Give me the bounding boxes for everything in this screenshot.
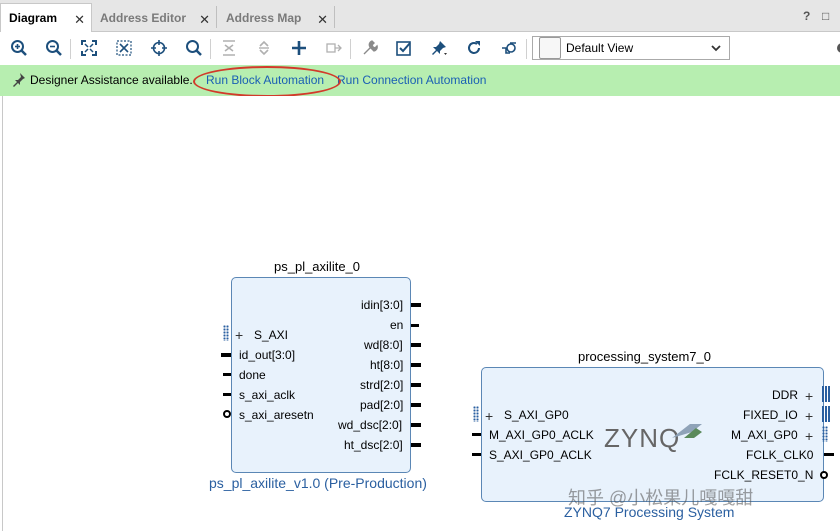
port-label: FCLK_RESET0_N [714, 468, 814, 482]
properties-icon[interactable] [359, 38, 379, 58]
make-external-icon[interactable] [324, 38, 344, 58]
port-label: s_axi_aclk [239, 388, 296, 402]
tab-label: Diagram [9, 11, 58, 25]
port-label: s_axi_aresetn [239, 408, 314, 422]
toolbar-divider [350, 39, 351, 59]
port-label: wd[8:0] [364, 338, 403, 352]
port-label: ht_dsc[2:0] [344, 438, 403, 452]
expand-icon[interactable] [254, 38, 274, 58]
port-label: pad[2:0] [360, 398, 404, 412]
fixed-io-bus-icon [822, 406, 830, 422]
zoom-out-icon[interactable] [44, 38, 64, 58]
port-stub[interactable] [411, 363, 421, 367]
block-design-window: Diagram ✕ Address Editor ✕ Address Map ✕… [0, 0, 840, 531]
view-select-value: Default View [566, 41, 634, 55]
collapse-icon[interactable] [219, 38, 239, 58]
expand-plus-icon[interactable]: + [485, 409, 493, 423]
tab-address-map[interactable]: Address Map ✕ [218, 4, 334, 32]
s-axi-interface-icon [223, 325, 229, 341]
port-label: DDR [772, 388, 798, 402]
reset-port-bubble[interactable] [820, 471, 828, 479]
s-axi-gp0-interface-icon [473, 406, 479, 422]
port-label: M_AXI_GP0_ACLK [489, 428, 594, 442]
axilite-block-title: ps_pl_axilite_0 [274, 259, 361, 274]
run-connection-automation-link[interactable]: Run Connection Automation [337, 73, 486, 87]
view-select[interactable]: Default View [532, 36, 730, 60]
port-stub[interactable] [472, 453, 481, 456]
port-label: ht[8:0] [370, 358, 404, 372]
tab-divider [334, 6, 335, 28]
port-label: S_AXI_GP0 [504, 408, 569, 422]
port-label: M_AXI_GP0 [731, 428, 798, 442]
expand-plus-icon[interactable]: + [235, 328, 243, 342]
ps7-block-title: processing_system7_0 [578, 349, 711, 364]
port-label: S_AXI_GP0_ACLK [489, 448, 592, 462]
port-label: wd_dsc[2:0] [338, 418, 403, 432]
optimize-routing-icon[interactable] [499, 38, 519, 58]
watermark: 知乎 @小松果儿嘎嘎甜 [568, 488, 754, 508]
regenerate-icon[interactable] [464, 38, 484, 58]
tab-label: Address Map [226, 11, 302, 25]
pin-icon[interactable] [429, 38, 449, 58]
port-stub[interactable] [223, 393, 231, 396]
port-label: FCLK_CLK0 [746, 448, 814, 462]
port-stub[interactable] [223, 373, 231, 376]
expand-plus-icon[interactable]: + [805, 389, 813, 403]
restore-icon[interactable]: □ [822, 9, 829, 23]
ddr-bus-icon [822, 386, 830, 402]
port-stub[interactable] [411, 303, 421, 307]
port-label: S_AXI [254, 328, 289, 342]
axilite-block-subtitle: ps_pl_axilite_v1.0 (Pre-Production) [209, 475, 427, 491]
chevron-down-icon [709, 41, 723, 58]
m-axi-gp0-interface-icon [822, 426, 828, 442]
port-label: FIXED_IO [743, 408, 798, 422]
toolbar-divider [526, 39, 527, 59]
zynq-logo: ZYNQ [604, 423, 681, 453]
port-stub[interactable] [472, 433, 481, 436]
designer-assistance-banner: Designer Assistance available. Run Block… [0, 65, 840, 96]
port-stub[interactable] [411, 383, 421, 387]
tab-bar: Diagram ✕ Address Editor ✕ Address Map ✕… [0, 0, 840, 32]
gear-icon[interactable] [832, 38, 840, 58]
tab-divider [216, 6, 217, 28]
port-label: id_out[3:0] [239, 348, 296, 362]
toolbar-divider [210, 39, 211, 59]
port-stub[interactable] [411, 403, 421, 407]
port-label: en [390, 318, 404, 332]
expand-plus-icon[interactable]: + [805, 409, 813, 423]
port-stub[interactable] [411, 443, 421, 447]
expand-plus-icon[interactable]: + [805, 429, 813, 443]
port-label: strd[2:0] [360, 378, 404, 392]
port-stub[interactable] [824, 453, 834, 456]
validate-icon[interactable] [394, 38, 414, 58]
tab-label: Address Editor [100, 11, 187, 25]
port-stub[interactable] [411, 343, 421, 347]
fit-view-icon[interactable] [79, 38, 99, 58]
help-icon[interactable]: ? [803, 9, 810, 23]
view-icon [539, 37, 561, 59]
close-icon[interactable]: ✕ [74, 12, 85, 28]
fit-selection-icon[interactable] [114, 38, 134, 58]
zoom-in-icon[interactable] [9, 38, 29, 58]
port-stub[interactable] [411, 324, 419, 327]
tab-address-editor[interactable]: Address Editor ✕ [92, 4, 216, 32]
zynq-logo-swoosh [672, 424, 702, 438]
port-stub[interactable] [411, 423, 421, 427]
add-ip-icon[interactable] [289, 38, 309, 58]
toolbar-divider [70, 39, 71, 59]
port-label: idin[3:0] [361, 298, 404, 312]
tab-diagram[interactable]: Diagram ✕ [0, 3, 92, 32]
port-stub[interactable] [221, 353, 231, 357]
search-icon[interactable] [184, 38, 204, 58]
port-label: done [239, 368, 266, 382]
highlight-circle [193, 66, 341, 97]
reset-port-bubble[interactable] [223, 410, 231, 418]
assist-pin-icon [12, 72, 26, 91]
assist-message: Designer Assistance available. [30, 73, 193, 87]
close-icon[interactable]: ✕ [317, 12, 328, 28]
auto-connect-icon[interactable] [149, 38, 169, 58]
close-icon[interactable]: ✕ [199, 12, 210, 28]
